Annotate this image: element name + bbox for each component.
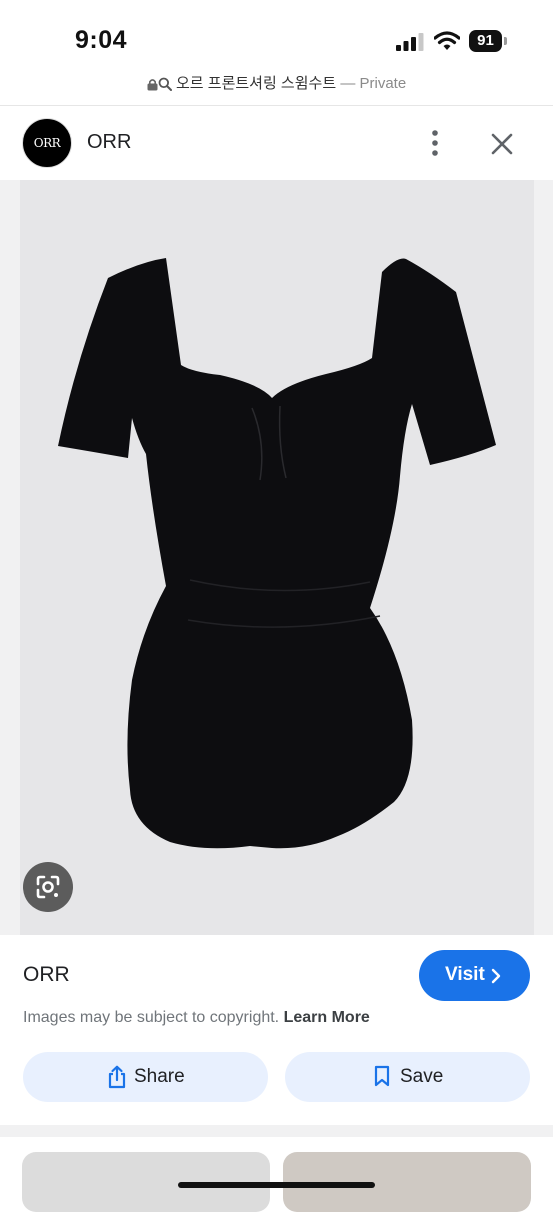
product-image [20,180,534,935]
home-indicator[interactable] [178,1182,375,1188]
learn-more-link[interactable]: Learn More [284,1009,370,1026]
lens-search-button[interactable] [23,862,73,912]
swimsuit-image [58,258,496,849]
save-label: Save [400,1066,444,1087]
share-icon [108,1065,126,1089]
save-button[interactable]: Save [285,1052,530,1102]
lens-icon [36,875,60,899]
site-logo[interactable]: ORR [22,118,72,168]
swimsuit-shape [58,258,496,849]
close-icon[interactable] [489,131,515,157]
share-label: Share [134,1066,185,1087]
copyright-notice: Images may be subject to copyright. Lear… [23,1009,370,1027]
chevron-right-icon [491,968,501,984]
wifi-icon [434,31,460,50]
image-preview[interactable] [0,180,553,935]
status-time: 9:04 [75,26,128,54]
site-name[interactable]: ORR [87,131,131,154]
result-site-name: ORR [23,963,70,986]
cellular-signal-icon [396,33,424,51]
search-icon [158,77,172,92]
status-bar: 9:04 91 [0,0,553,70]
battery-level: 91 [469,30,502,52]
more-options-icon[interactable] [422,128,448,158]
battery-indicator: 91 [469,30,507,52]
url-bar[interactable]: 오르 프론트셔링 스윔수트 — Private [0,72,553,100]
lock-icon [147,78,158,91]
page-title: 오르 프론트셔링 스윔수트 [176,75,337,92]
site-header: ORR ORR [0,106,553,180]
section-divider [0,1125,553,1137]
url-separator: — [340,75,356,92]
private-mode-label: Private [359,75,407,92]
battery-tip [504,37,507,45]
visit-button[interactable]: Visit [419,950,530,1001]
visit-label: Visit [445,964,485,985]
share-button[interactable]: Share [23,1052,268,1102]
copyright-text: Images may be subject to copyright. [23,1009,280,1026]
bookmark-icon [374,1065,390,1087]
